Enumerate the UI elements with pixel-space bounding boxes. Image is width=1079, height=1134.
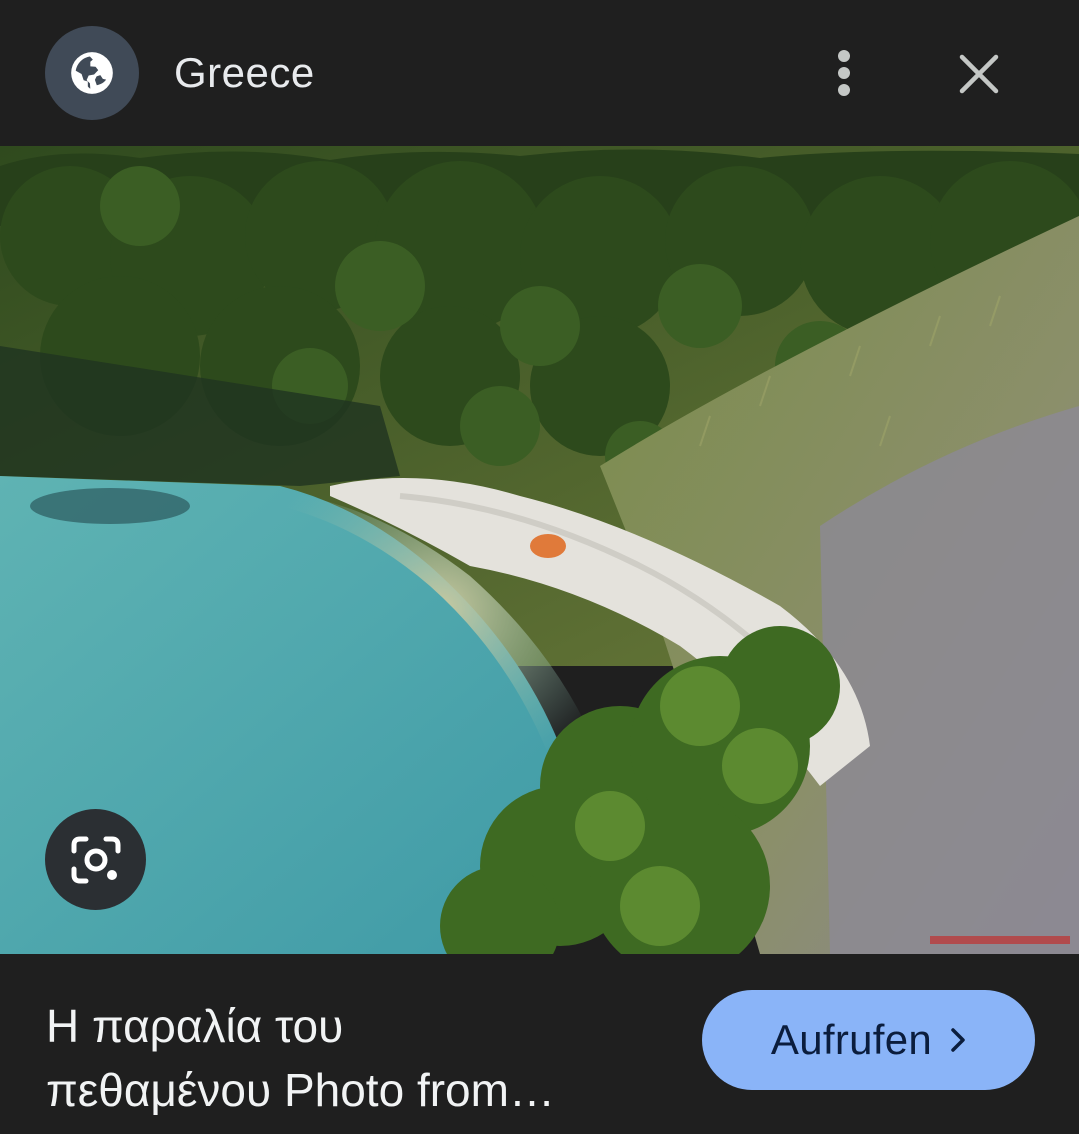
chevron-right-icon bbox=[950, 1027, 966, 1053]
google-lens-button[interactable] bbox=[45, 809, 146, 910]
site-title: Greece bbox=[174, 49, 315, 96]
close-button[interactable] bbox=[948, 43, 1010, 105]
beach-photo-image bbox=[0, 146, 1079, 954]
open-page-label: Aufrufen bbox=[770, 1016, 933, 1063]
close-icon bbox=[959, 54, 999, 94]
image-preview-screen: Greece Η παραλία του πεθαμένου Photo fro… bbox=[0, 0, 1079, 1134]
open-page-button[interactable]: Aufrufen bbox=[702, 990, 1035, 1090]
globe-icon bbox=[45, 26, 139, 120]
beach-photo[interactable] bbox=[0, 146, 1079, 954]
caption-line-2: πεθαμένου Photo from… bbox=[46, 1064, 555, 1116]
header-bar: Greece bbox=[0, 0, 1079, 146]
more-options-button[interactable] bbox=[814, 43, 874, 103]
image-caption[interactable]: Η παραλία του πεθαμένου Photo from… bbox=[46, 994, 666, 1122]
caption-line-1: Η παραλία του bbox=[46, 1000, 344, 1052]
footer-bar: Η παραλία του πεθαμένου Photo from… Aufr… bbox=[0, 954, 1079, 1134]
google-lens-icon bbox=[71, 836, 120, 883]
more-vert-icon bbox=[838, 50, 850, 96]
